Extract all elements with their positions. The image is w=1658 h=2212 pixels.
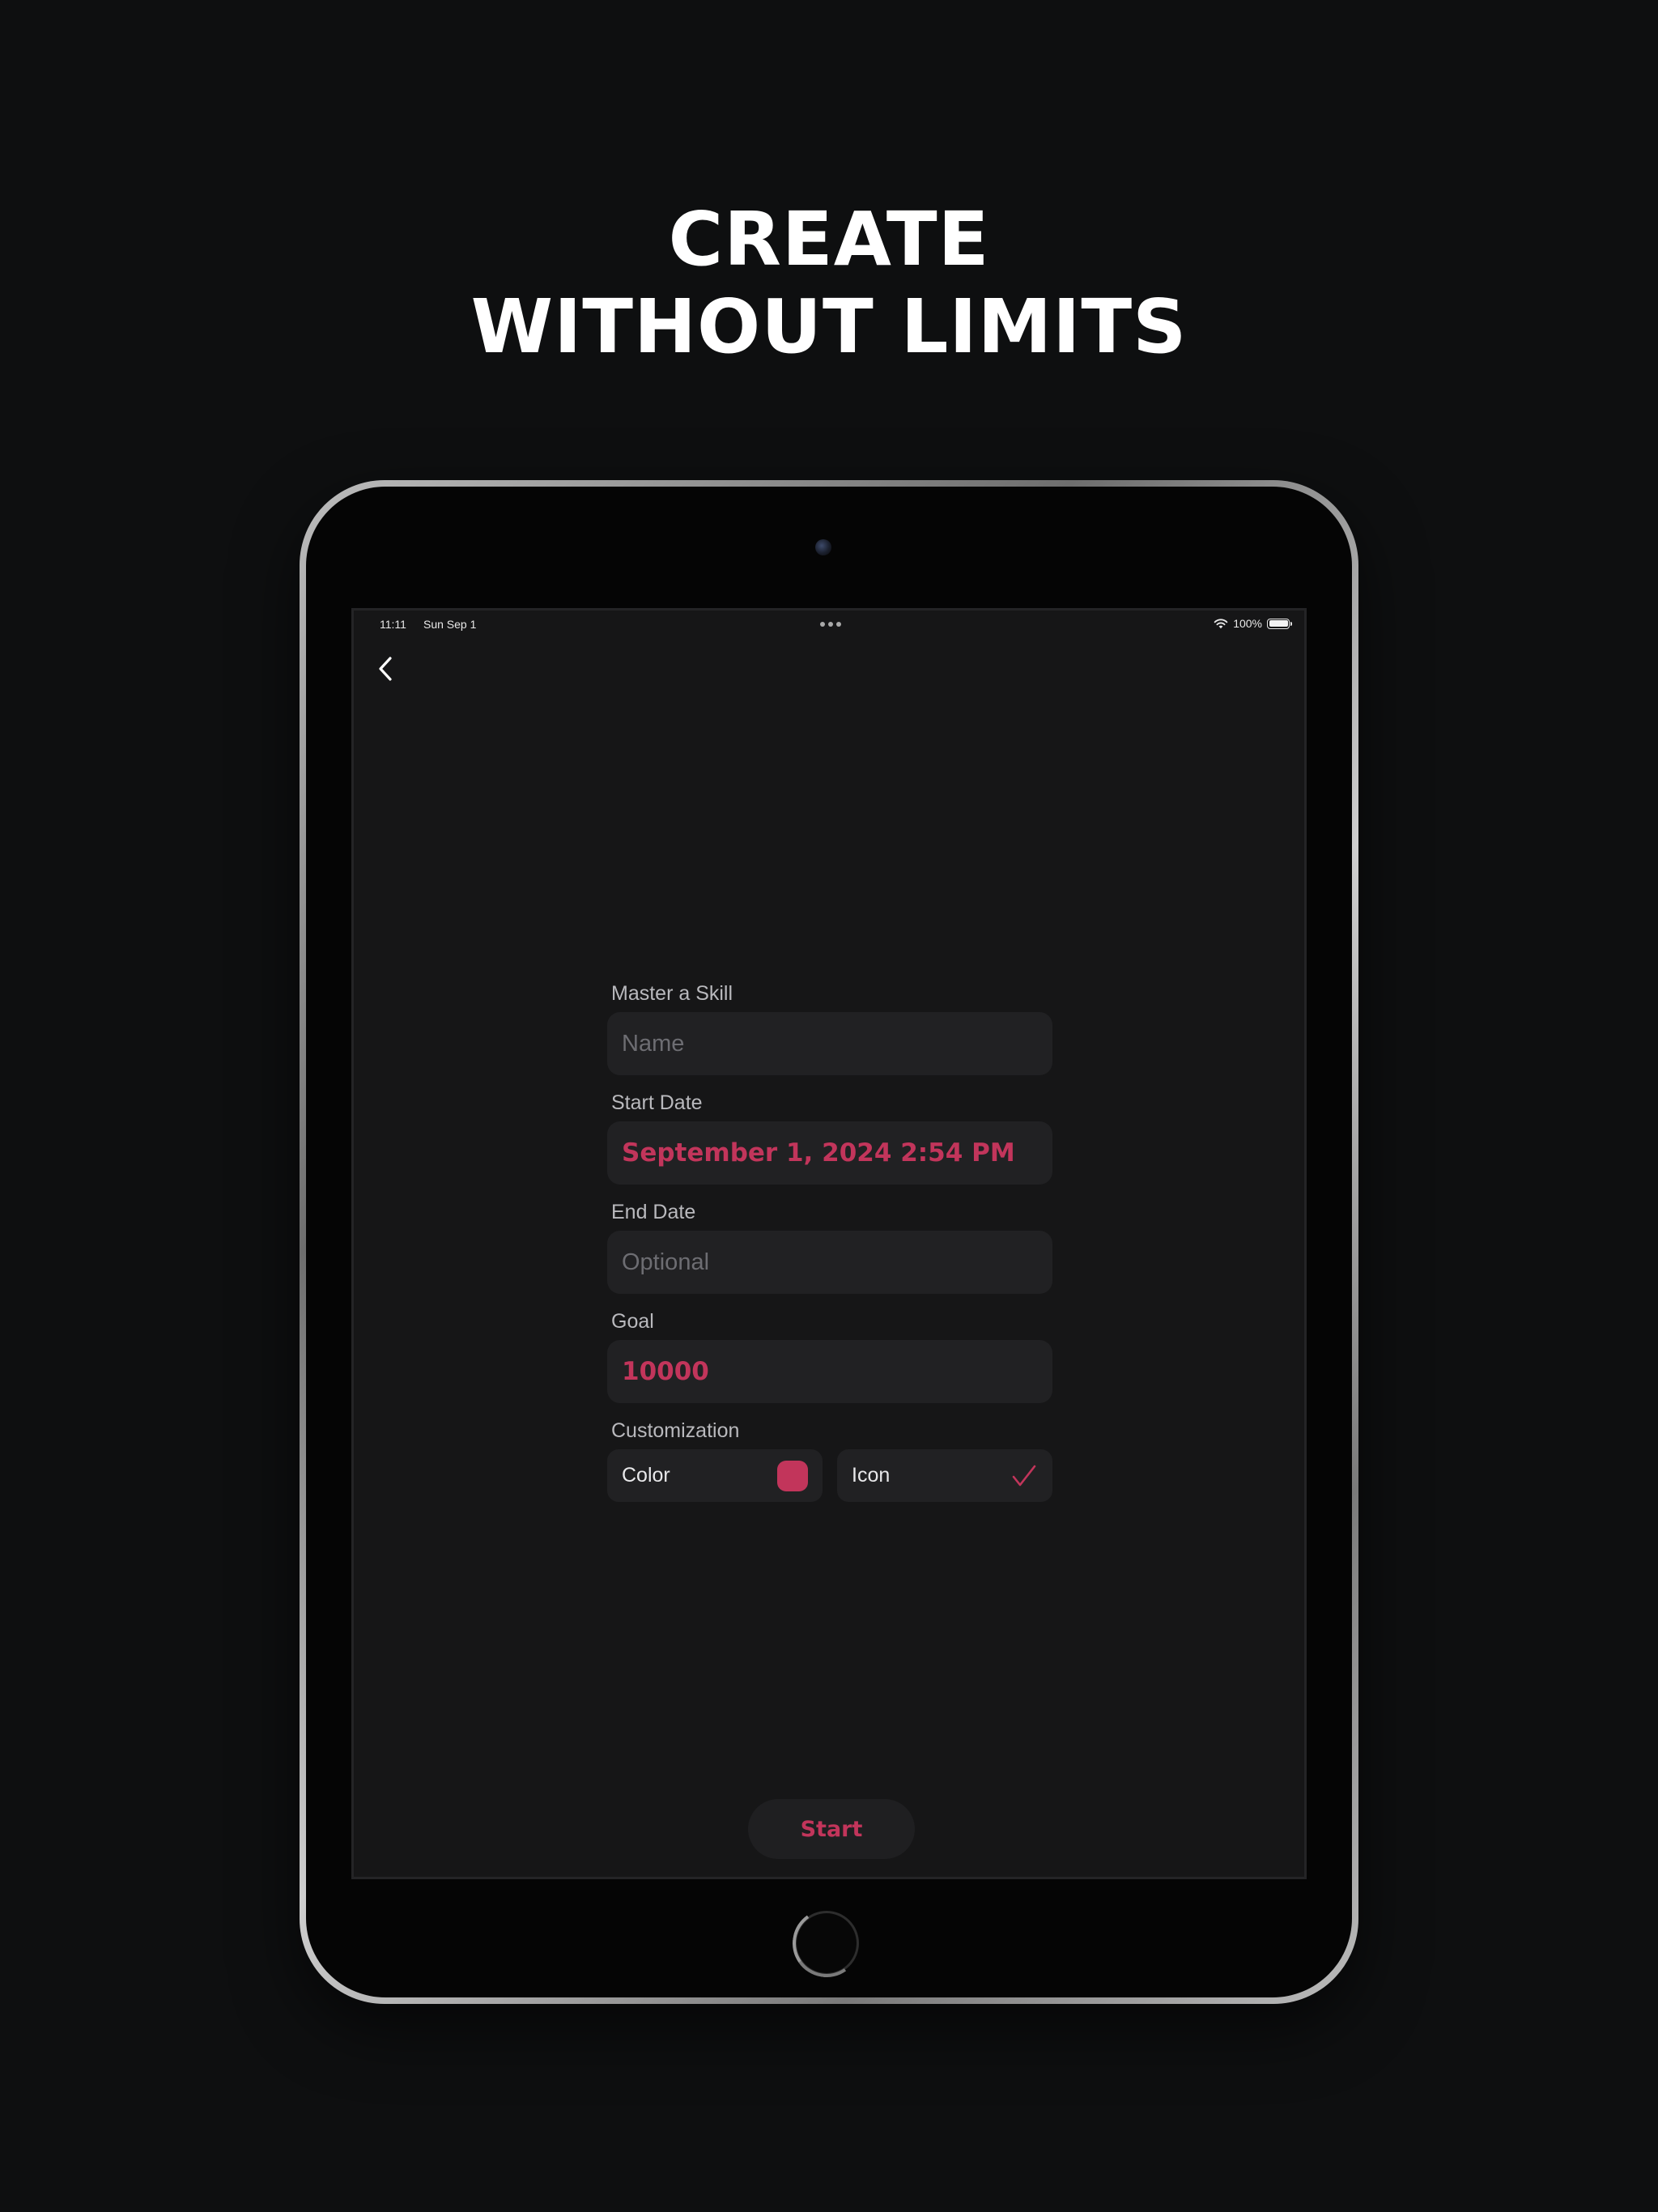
- multitasking-dots-icon[interactable]: [820, 622, 841, 627]
- start-button[interactable]: Start: [748, 1799, 915, 1859]
- name-field-label: Master a Skill: [611, 982, 733, 1005]
- new-skill-form: Master a Skill Start Date September 1, 2…: [607, 981, 1052, 1502]
- goal-value: 10000: [622, 1357, 709, 1386]
- status-indicators: 100%: [1214, 617, 1292, 630]
- goal-field[interactable]: 10000: [607, 1340, 1052, 1403]
- battery-icon: [1267, 618, 1292, 629]
- end-date-field-container: [607, 1231, 1052, 1294]
- goal-label: Goal: [611, 1310, 654, 1333]
- color-label: Color: [622, 1464, 670, 1487]
- marketing-headline: CREATE WITHOUT LIMITS: [0, 196, 1658, 371]
- status-time: 11:11: [380, 618, 406, 631]
- back-button[interactable]: [370, 651, 402, 687]
- icon-label: Icon: [852, 1464, 891, 1487]
- end-date-input[interactable]: [622, 1249, 1038, 1276]
- start-date-label: Start Date: [611, 1091, 703, 1114]
- chevron-left-icon: [379, 657, 392, 681]
- home-button[interactable]: [787, 1904, 866, 1983]
- app-screen: 11:11 Sun Sep 1 100% Master a Skill Star…: [351, 608, 1307, 1879]
- start-date-value: September 1, 2024 2:54 PM: [622, 1138, 1015, 1168]
- wifi-icon: [1214, 619, 1228, 629]
- color-swatch: [777, 1460, 808, 1491]
- customization-label: Customization: [611, 1419, 740, 1442]
- end-date-label: End Date: [611, 1201, 696, 1223]
- customization-row: Color Icon: [607, 1449, 1052, 1502]
- checkmark-icon: [1012, 1465, 1036, 1486]
- name-input[interactable]: [622, 1030, 1038, 1057]
- name-field-container: [607, 1012, 1052, 1075]
- battery-fill: [1269, 620, 1288, 627]
- color-picker-button[interactable]: Color: [607, 1449, 823, 1502]
- start-date-picker[interactable]: September 1, 2024 2:54 PM: [607, 1121, 1052, 1185]
- front-camera: [815, 539, 831, 555]
- headline-line-2: WITHOUT LIMITS: [470, 283, 1188, 370]
- icon-picker-button[interactable]: Icon: [837, 1449, 1052, 1502]
- headline-line-1: CREATE: [668, 195, 990, 283]
- battery-percentage: 100%: [1233, 617, 1262, 630]
- status-bar: 11:11 Sun Sep 1 100%: [354, 610, 1304, 640]
- status-date: Sun Sep 1: [423, 618, 477, 631]
